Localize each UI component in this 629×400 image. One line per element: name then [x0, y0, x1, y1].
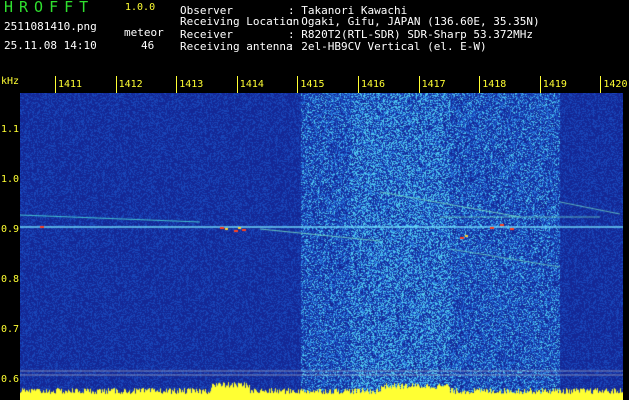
spectrogram-canvas — [20, 77, 623, 400]
meteor-count: 46 — [141, 39, 155, 52]
antenna-value: : 2el-HB9CV Vertical (el. E-W) — [288, 40, 487, 53]
time-label: 1412 — [118, 79, 143, 90]
location-label: Receiving Location — [180, 15, 300, 28]
time-tick — [297, 76, 299, 93]
time-tick — [600, 76, 602, 93]
freq-tick-label: 0.7 — [1, 324, 20, 335]
time-tick — [418, 76, 420, 93]
time-tick — [115, 76, 117, 93]
app-version: 1.0.0 — [125, 2, 156, 13]
app-logo: HROFFT — [4, 0, 95, 16]
freq-unit-label: kHz — [1, 76, 20, 87]
time-label: 1414 — [239, 79, 264, 90]
time-label: 1413 — [179, 79, 204, 90]
time-label: 1416 — [361, 79, 386, 90]
freq-tick-label: 0.9 — [1, 224, 20, 235]
freq-tick-label: 1.1 — [1, 124, 20, 135]
time-label: 1419 — [542, 79, 567, 90]
file-datetime: 25.11.08 14:10 — [4, 39, 97, 52]
freq-tick-label: 1.0 — [1, 174, 20, 185]
meteor-label: meteor — [124, 26, 164, 39]
freq-tick-label: 0.6 — [1, 374, 20, 385]
location-value: : Ogaki, Gifu, JAPAN (136.60E, 35.35N) — [288, 15, 540, 28]
time-label: 1411 — [58, 79, 83, 90]
file-name: 2511081410.png — [4, 20, 97, 33]
time-tick — [479, 76, 481, 93]
time-label: 1417 — [421, 79, 446, 90]
time-tick — [176, 76, 178, 93]
freq-tick-label: 0.8 — [1, 274, 20, 285]
time-label: 1418 — [482, 79, 507, 90]
time-tick — [236, 76, 238, 93]
time-label: 1415 — [300, 79, 325, 90]
time-label: 1420 — [603, 79, 628, 90]
right-border — [623, 76, 629, 400]
antenna-label: Receiving antenna — [180, 40, 293, 53]
time-tick — [358, 76, 359, 93]
time-tick — [55, 76, 56, 93]
time-tick — [539, 76, 541, 93]
